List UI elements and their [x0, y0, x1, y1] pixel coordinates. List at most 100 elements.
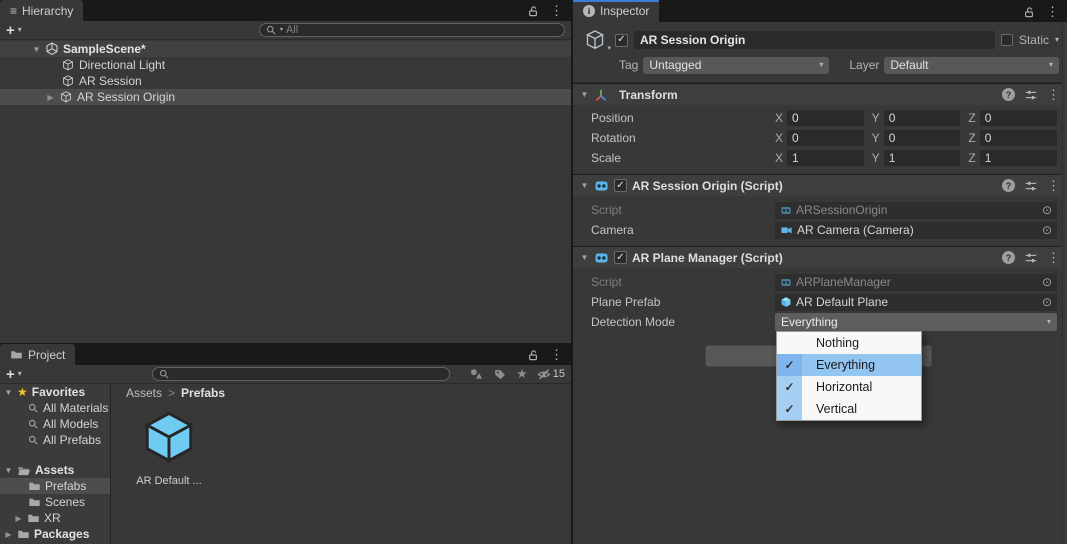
transform-header[interactable]: ▼ Transform ? ⋮	[573, 83, 1067, 105]
item-foldout-icon[interactable]: ▶	[46, 93, 55, 102]
static-caret-icon[interactable]: ▾	[1055, 36, 1059, 44]
ar-session-origin-header[interactable]: ▼ ✓ AR Session Origin (Script) ? ⋮	[573, 174, 1067, 196]
layer-dropdown[interactable]: Default ▾	[884, 57, 1059, 74]
position-z-field[interactable]: 0	[980, 110, 1057, 126]
hidden-packages-toggle[interactable]: 15	[537, 367, 565, 381]
foldout-icon[interactable]: ▼	[4, 388, 13, 397]
popup-item-horizontal[interactable]: ✓ Horizontal	[777, 376, 921, 398]
component-menu-icon[interactable]: ⋮	[1047, 251, 1060, 264]
rotation-y-field[interactable]: 0	[884, 130, 961, 146]
create-asset-caret-icon[interactable]: ▾	[18, 370, 22, 378]
rotation-z-field[interactable]: 0	[980, 130, 1057, 146]
tree-item-all-models[interactable]: All Models	[0, 416, 110, 432]
position-x-field[interactable]: 0	[787, 110, 864, 126]
create-asset-button[interactable]: +	[6, 367, 15, 382]
plane-prefab-object-field[interactable]: AR Default Plane ⊙	[775, 294, 1057, 311]
tab-hierarchy[interactable]: ≡ Hierarchy	[0, 0, 83, 21]
lock-icon[interactable]	[527, 349, 539, 361]
foldout-icon[interactable]: ▼	[580, 253, 589, 262]
breadcrumb-current[interactable]: Prefabs	[181, 386, 225, 400]
foldout-icon[interactable]: ▼	[4, 466, 13, 475]
presets-icon[interactable]	[1024, 179, 1038, 193]
foldout-icon[interactable]: ▼	[580, 181, 589, 190]
gameobject-name-field[interactable]: AR Session Origin	[634, 31, 995, 49]
search-by-type-icon[interactable]	[469, 367, 484, 381]
rotation-x-field[interactable]: 0	[787, 130, 864, 146]
tree-item-scenes[interactable]: Scenes	[0, 494, 110, 510]
panel-menu-icon[interactable]: ⋮	[550, 348, 563, 361]
lock-icon[interactable]	[527, 5, 539, 17]
object-picker-icon[interactable]: ⊙	[1042, 296, 1052, 308]
detection-mode-dropdown[interactable]: Everything ▾	[775, 313, 1057, 331]
gameobject-icon-selector[interactable]: ▾	[581, 28, 609, 52]
tree-item-label: All Models	[43, 417, 98, 431]
object-picker-icon[interactable]: ⊙	[1042, 204, 1052, 216]
panel-menu-icon[interactable]: ⋮	[550, 4, 563, 17]
scale-x-field[interactable]: 1	[787, 150, 864, 166]
help-icon[interactable]: ?	[1002, 251, 1015, 264]
presets-icon[interactable]	[1024, 88, 1038, 102]
lock-icon[interactable]	[1023, 6, 1035, 18]
script-object-field[interactable]: ARPlaneManager ⊙	[775, 274, 1057, 291]
scale-z-field[interactable]: 1	[980, 150, 1057, 166]
scene-foldout-icon[interactable]: ▼	[32, 45, 41, 54]
foldout-icon[interactable]: ▶	[4, 530, 13, 539]
hierarchy-item-directional-light[interactable]: Directional Light	[0, 57, 571, 73]
breadcrumb-root[interactable]: Assets	[126, 386, 162, 400]
asset-label: AR Default ...	[130, 475, 208, 487]
project-tree: ▼ ★ Favorites All Materials All Models	[0, 384, 111, 544]
help-icon[interactable]: ?	[1002, 179, 1015, 192]
hierarchy-item-ar-session-origin[interactable]: ▶ AR Session Origin	[0, 89, 571, 105]
component-menu-icon[interactable]: ⋮	[1047, 88, 1060, 101]
project-search-input[interactable]	[152, 367, 450, 381]
tree-item-prefabs[interactable]: Prefabs	[0, 478, 110, 494]
create-object-button[interactable]: +	[6, 23, 15, 38]
tag-dropdown[interactable]: Untagged ▾	[643, 57, 829, 74]
hierarchy-tabbar: ≡ Hierarchy ⋮	[0, 0, 571, 21]
tree-item-assets[interactable]: ▼ Assets	[0, 462, 110, 478]
ar-plane-manager-header[interactable]: ▼ ✓ AR Plane Manager (Script) ? ⋮	[573, 246, 1067, 268]
script-value: ARPlaneManager	[796, 275, 891, 289]
project-tabbar: Project ⋮	[0, 344, 571, 365]
foldout-icon[interactable]: ▶	[14, 514, 23, 523]
tree-item-favorites[interactable]: ▼ ★ Favorites	[0, 384, 110, 400]
create-object-caret-icon[interactable]: ▾	[18, 26, 22, 34]
tree-item-packages[interactable]: ▶ Packages	[0, 526, 110, 542]
component-enabled-checkbox[interactable]: ✓	[614, 251, 627, 264]
transform-scale-row: Scale X1 Y1 Z1	[573, 148, 1067, 168]
help-icon[interactable]: ?	[1002, 88, 1015, 101]
tab-project[interactable]: Project	[0, 344, 75, 365]
favorites-star-icon[interactable]: ★	[516, 366, 528, 382]
tree-item-all-materials[interactable]: All Materials	[0, 400, 110, 416]
row-label: Rotation	[591, 131, 775, 145]
breadcrumb-separator: >	[168, 386, 175, 400]
static-checkbox[interactable]	[1001, 34, 1013, 46]
popup-item-everything[interactable]: ✓ Everything	[777, 354, 921, 376]
popup-item-nothing[interactable]: Nothing	[777, 332, 921, 354]
presets-icon[interactable]	[1024, 251, 1038, 265]
tree-item-all-prefabs[interactable]: All Prefabs	[0, 432, 110, 448]
popup-item-vertical[interactable]: ✓ Vertical	[777, 398, 921, 420]
tab-inspector[interactable]: i Inspector	[573, 0, 659, 22]
tree-item-xr[interactable]: ▶ XR	[0, 510, 110, 526]
object-picker-icon[interactable]: ⊙	[1042, 224, 1052, 236]
object-picker-icon[interactable]: ⊙	[1042, 276, 1052, 288]
camera-object-field[interactable]: AR Camera (Camera) ⊙	[775, 222, 1057, 239]
scale-y-field[interactable]: 1	[884, 150, 961, 166]
script-object-field[interactable]: ARSessionOrigin ⊙	[775, 202, 1057, 219]
asset-ar-default-plane[interactable]: AR Default ...	[130, 408, 208, 487]
hierarchy-search-input[interactable]: ▾ All	[259, 23, 565, 37]
search-by-label-tag-icon[interactable]	[493, 367, 507, 381]
search-filter-caret-icon[interactable]: ▾	[280, 27, 283, 33]
foldout-icon[interactable]: ▼	[580, 90, 589, 99]
hierarchy-item-ar-session[interactable]: AR Session	[0, 73, 571, 89]
inspector-scrollbar[interactable]	[1062, 22, 1067, 544]
component-menu-icon[interactable]: ⋮	[1047, 179, 1060, 192]
active-checkbox[interactable]: ✓	[615, 34, 628, 47]
project-panel: Project ⋮ + ▾	[0, 344, 571, 544]
caret-down-icon: ▾	[1049, 61, 1053, 69]
scene-row[interactable]: ▼ SampleScene*	[0, 41, 571, 57]
panel-menu-icon[interactable]: ⋮	[1046, 5, 1059, 18]
component-enabled-checkbox[interactable]: ✓	[614, 179, 627, 192]
position-y-field[interactable]: 0	[884, 110, 961, 126]
